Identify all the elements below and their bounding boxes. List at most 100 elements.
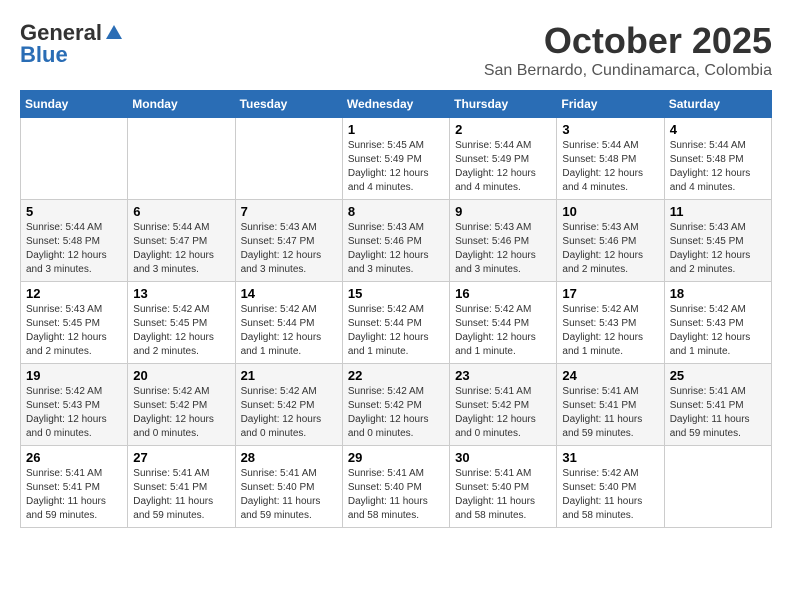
calendar-cell: 19Sunrise: 5:42 AMSunset: 5:43 PMDayligh… (21, 364, 128, 446)
logo: General Blue (20, 20, 124, 68)
day-info: Sunrise: 5:43 AMSunset: 5:47 PMDaylight:… (241, 221, 337, 277)
day-number: 14 (241, 286, 337, 301)
day-number: 20 (133, 368, 229, 383)
calendar-cell: 6 Sunrise: 5:44 AMSunset: 5:47 PMDaylight… (128, 200, 235, 282)
day-number: 6 (133, 204, 229, 219)
calendar-cell: 1 Sunrise: 5:45 AMSunset: 5:49 PMDaylight… (342, 118, 449, 200)
day-info: Sunrise: 5:43 AMSunset: 5:46 PMDaylight:… (562, 221, 658, 277)
calendar-cell: 10Sunrise: 5:43 AMSunset: 5:46 PMDayligh… (557, 200, 664, 282)
day-number: 30 (455, 450, 551, 465)
calendar-cell (21, 118, 128, 200)
calendar-cell: 8 Sunrise: 5:43 AMSunset: 5:46 PMDaylight… (342, 200, 449, 282)
calendar-cell: 11Sunrise: 5:43 AMSunset: 5:45 PMDayligh… (664, 200, 771, 282)
calendar-cell: 18 Sunrise: 5:42 AMSunset: 5:43 PMDayligh… (664, 282, 771, 364)
day-info: Sunrise: 5:41 AMSunset: 5:40 PMDaylight:… (241, 467, 337, 523)
day-number: 27 (133, 450, 229, 465)
day-number: 1 (348, 122, 444, 137)
calendar-cell: 12 Sunrise: 5:43 AMSunset: 5:45 PMDayligh… (21, 282, 128, 364)
day-number: 11 (670, 204, 766, 219)
calendar-cell: 28 Sunrise: 5:41 AMSunset: 5:40 PMDayligh… (235, 446, 342, 528)
day-number: 29 (348, 450, 444, 465)
day-info: Sunrise: 5:42 AMSunset: 5:43 PMDaylight:… (26, 385, 122, 441)
day-info: Sunrise: 5:43 AMSunset: 5:45 PMDaylight:… (26, 303, 122, 359)
calendar-cell: 24 Sunrise: 5:41 AMSunset: 5:41 PMDayligh… (557, 364, 664, 446)
calendar-cell: 23Sunrise: 5:41 AMSunset: 5:42 PMDayligh… (450, 364, 557, 446)
calendar-cell: 22 Sunrise: 5:42 AMSunset: 5:42 PMDayligh… (342, 364, 449, 446)
calendar-cell: 14 Sunrise: 5:42 AMSunset: 5:44 PMDayligh… (235, 282, 342, 364)
calendar-cell: 29 Sunrise: 5:41 AMSunset: 5:40 PMDayligh… (342, 446, 449, 528)
day-number: 13 (133, 286, 229, 301)
day-info: Sunrise: 5:42 AMSunset: 5:42 PMDaylight:… (133, 385, 229, 441)
calendar-cell: 20 Sunrise: 5:42 AMSunset: 5:42 PMDayligh… (128, 364, 235, 446)
calendar-table: SundayMondayTuesdayWednesdayThursdayFrid… (20, 90, 772, 528)
calendar-cell (235, 118, 342, 200)
calendar-cell: 30 Sunrise: 5:41 AMSunset: 5:40 PMDayligh… (450, 446, 557, 528)
calendar-header-row: SundayMondayTuesdayWednesdayThursdayFrid… (21, 91, 772, 118)
calendar-header-friday: Friday (557, 91, 664, 118)
day-info: Sunrise: 5:42 AMSunset: 5:43 PMDaylight:… (670, 303, 766, 359)
day-number: 16 (455, 286, 551, 301)
day-info: Sunrise: 5:41 AMSunset: 5:41 PMDaylight:… (133, 467, 229, 523)
day-info: Sunrise: 5:41 AMSunset: 5:41 PMDaylight:… (26, 467, 122, 523)
day-info: Sunrise: 5:41 AMSunset: 5:42 PMDaylight:… (455, 385, 551, 441)
day-number: 4 (670, 122, 766, 137)
day-number: 7 (241, 204, 337, 219)
calendar-cell: 7 Sunrise: 5:43 AMSunset: 5:47 PMDaylight… (235, 200, 342, 282)
day-info: Sunrise: 5:41 AMSunset: 5:41 PMDaylight:… (670, 385, 766, 441)
calendar-header-sunday: Sunday (21, 91, 128, 118)
calendar-header-monday: Monday (128, 91, 235, 118)
day-number: 26 (26, 450, 122, 465)
day-number: 25 (670, 368, 766, 383)
day-info: Sunrise: 5:42 AMSunset: 5:44 PMDaylight:… (455, 303, 551, 359)
day-info: Sunrise: 5:42 AMSunset: 5:42 PMDaylight:… (348, 385, 444, 441)
day-info: Sunrise: 5:42 AMSunset: 5:44 PMDaylight:… (348, 303, 444, 359)
day-number: 22 (348, 368, 444, 383)
day-number: 28 (241, 450, 337, 465)
calendar-header-saturday: Saturday (664, 91, 771, 118)
day-info: Sunrise: 5:43 AMSunset: 5:46 PMDaylight:… (455, 221, 551, 277)
calendar-cell: 21 Sunrise: 5:42 AMSunset: 5:42 PMDayligh… (235, 364, 342, 446)
day-info: Sunrise: 5:42 AMSunset: 5:45 PMDaylight:… (133, 303, 229, 359)
calendar-cell: 9Sunrise: 5:43 AMSunset: 5:46 PMDaylight… (450, 200, 557, 282)
day-number: 15 (348, 286, 444, 301)
day-number: 18 (670, 286, 766, 301)
calendar-cell: 25 Sunrise: 5:41 AMSunset: 5:41 PMDayligh… (664, 364, 771, 446)
day-number: 12 (26, 286, 122, 301)
calendar-cell: 3 Sunrise: 5:44 AMSunset: 5:48 PMDaylight… (557, 118, 664, 200)
day-info: Sunrise: 5:42 AMSunset: 5:42 PMDaylight:… (241, 385, 337, 441)
day-info: Sunrise: 5:45 AMSunset: 5:49 PMDaylight:… (348, 139, 444, 195)
calendar-week-row: 19Sunrise: 5:42 AMSunset: 5:43 PMDayligh… (21, 364, 772, 446)
day-info: Sunrise: 5:44 AMSunset: 5:47 PMDaylight:… (133, 221, 229, 277)
day-info: Sunrise: 5:44 AMSunset: 5:49 PMDaylight:… (455, 139, 551, 195)
calendar-cell: 4Sunrise: 5:44 AMSunset: 5:48 PMDaylight… (664, 118, 771, 200)
day-info: Sunrise: 5:43 AMSunset: 5:46 PMDaylight:… (348, 221, 444, 277)
calendar-cell: 26 Sunrise: 5:41 AMSunset: 5:41 PMDayligh… (21, 446, 128, 528)
calendar-cell: 27 Sunrise: 5:41 AMSunset: 5:41 PMDayligh… (128, 446, 235, 528)
calendar-cell: 17Sunrise: 5:42 AMSunset: 5:43 PMDayligh… (557, 282, 664, 364)
day-info: Sunrise: 5:41 AMSunset: 5:40 PMDaylight:… (348, 467, 444, 523)
calendar-cell: 2 Sunrise: 5:44 AMSunset: 5:49 PMDaylight… (450, 118, 557, 200)
day-info: Sunrise: 5:44 AMSunset: 5:48 PMDaylight:… (26, 221, 122, 277)
calendar-cell (664, 446, 771, 528)
month-title: October 2025 (484, 20, 772, 62)
day-info: Sunrise: 5:41 AMSunset: 5:40 PMDaylight:… (455, 467, 551, 523)
day-number: 31 (562, 450, 658, 465)
title-block: October 2025 San Bernardo, Cundinamarca,… (484, 20, 772, 80)
day-info: Sunrise: 5:42 AMSunset: 5:40 PMDaylight:… (562, 467, 658, 523)
day-info: Sunrise: 5:44 AMSunset: 5:48 PMDaylight:… (562, 139, 658, 195)
day-number: 21 (241, 368, 337, 383)
calendar-cell: 31 Sunrise: 5:42 AMSunset: 5:40 PMDayligh… (557, 446, 664, 528)
day-info: Sunrise: 5:42 AMSunset: 5:44 PMDaylight:… (241, 303, 337, 359)
calendar-cell: 5Sunrise: 5:44 AMSunset: 5:48 PMDaylight… (21, 200, 128, 282)
calendar-header-tuesday: Tuesday (235, 91, 342, 118)
day-number: 8 (348, 204, 444, 219)
day-number: 2 (455, 122, 551, 137)
calendar-cell (128, 118, 235, 200)
calendar-week-row: 12 Sunrise: 5:43 AMSunset: 5:45 PMDayligh… (21, 282, 772, 364)
location-subtitle: San Bernardo, Cundinamarca, Colombia (484, 62, 772, 80)
day-info: Sunrise: 5:41 AMSunset: 5:41 PMDaylight:… (562, 385, 658, 441)
calendar-week-row: 1 Sunrise: 5:45 AMSunset: 5:49 PMDaylight… (21, 118, 772, 200)
day-number: 3 (562, 122, 658, 137)
logo-icon (104, 23, 124, 43)
day-number: 24 (562, 368, 658, 383)
